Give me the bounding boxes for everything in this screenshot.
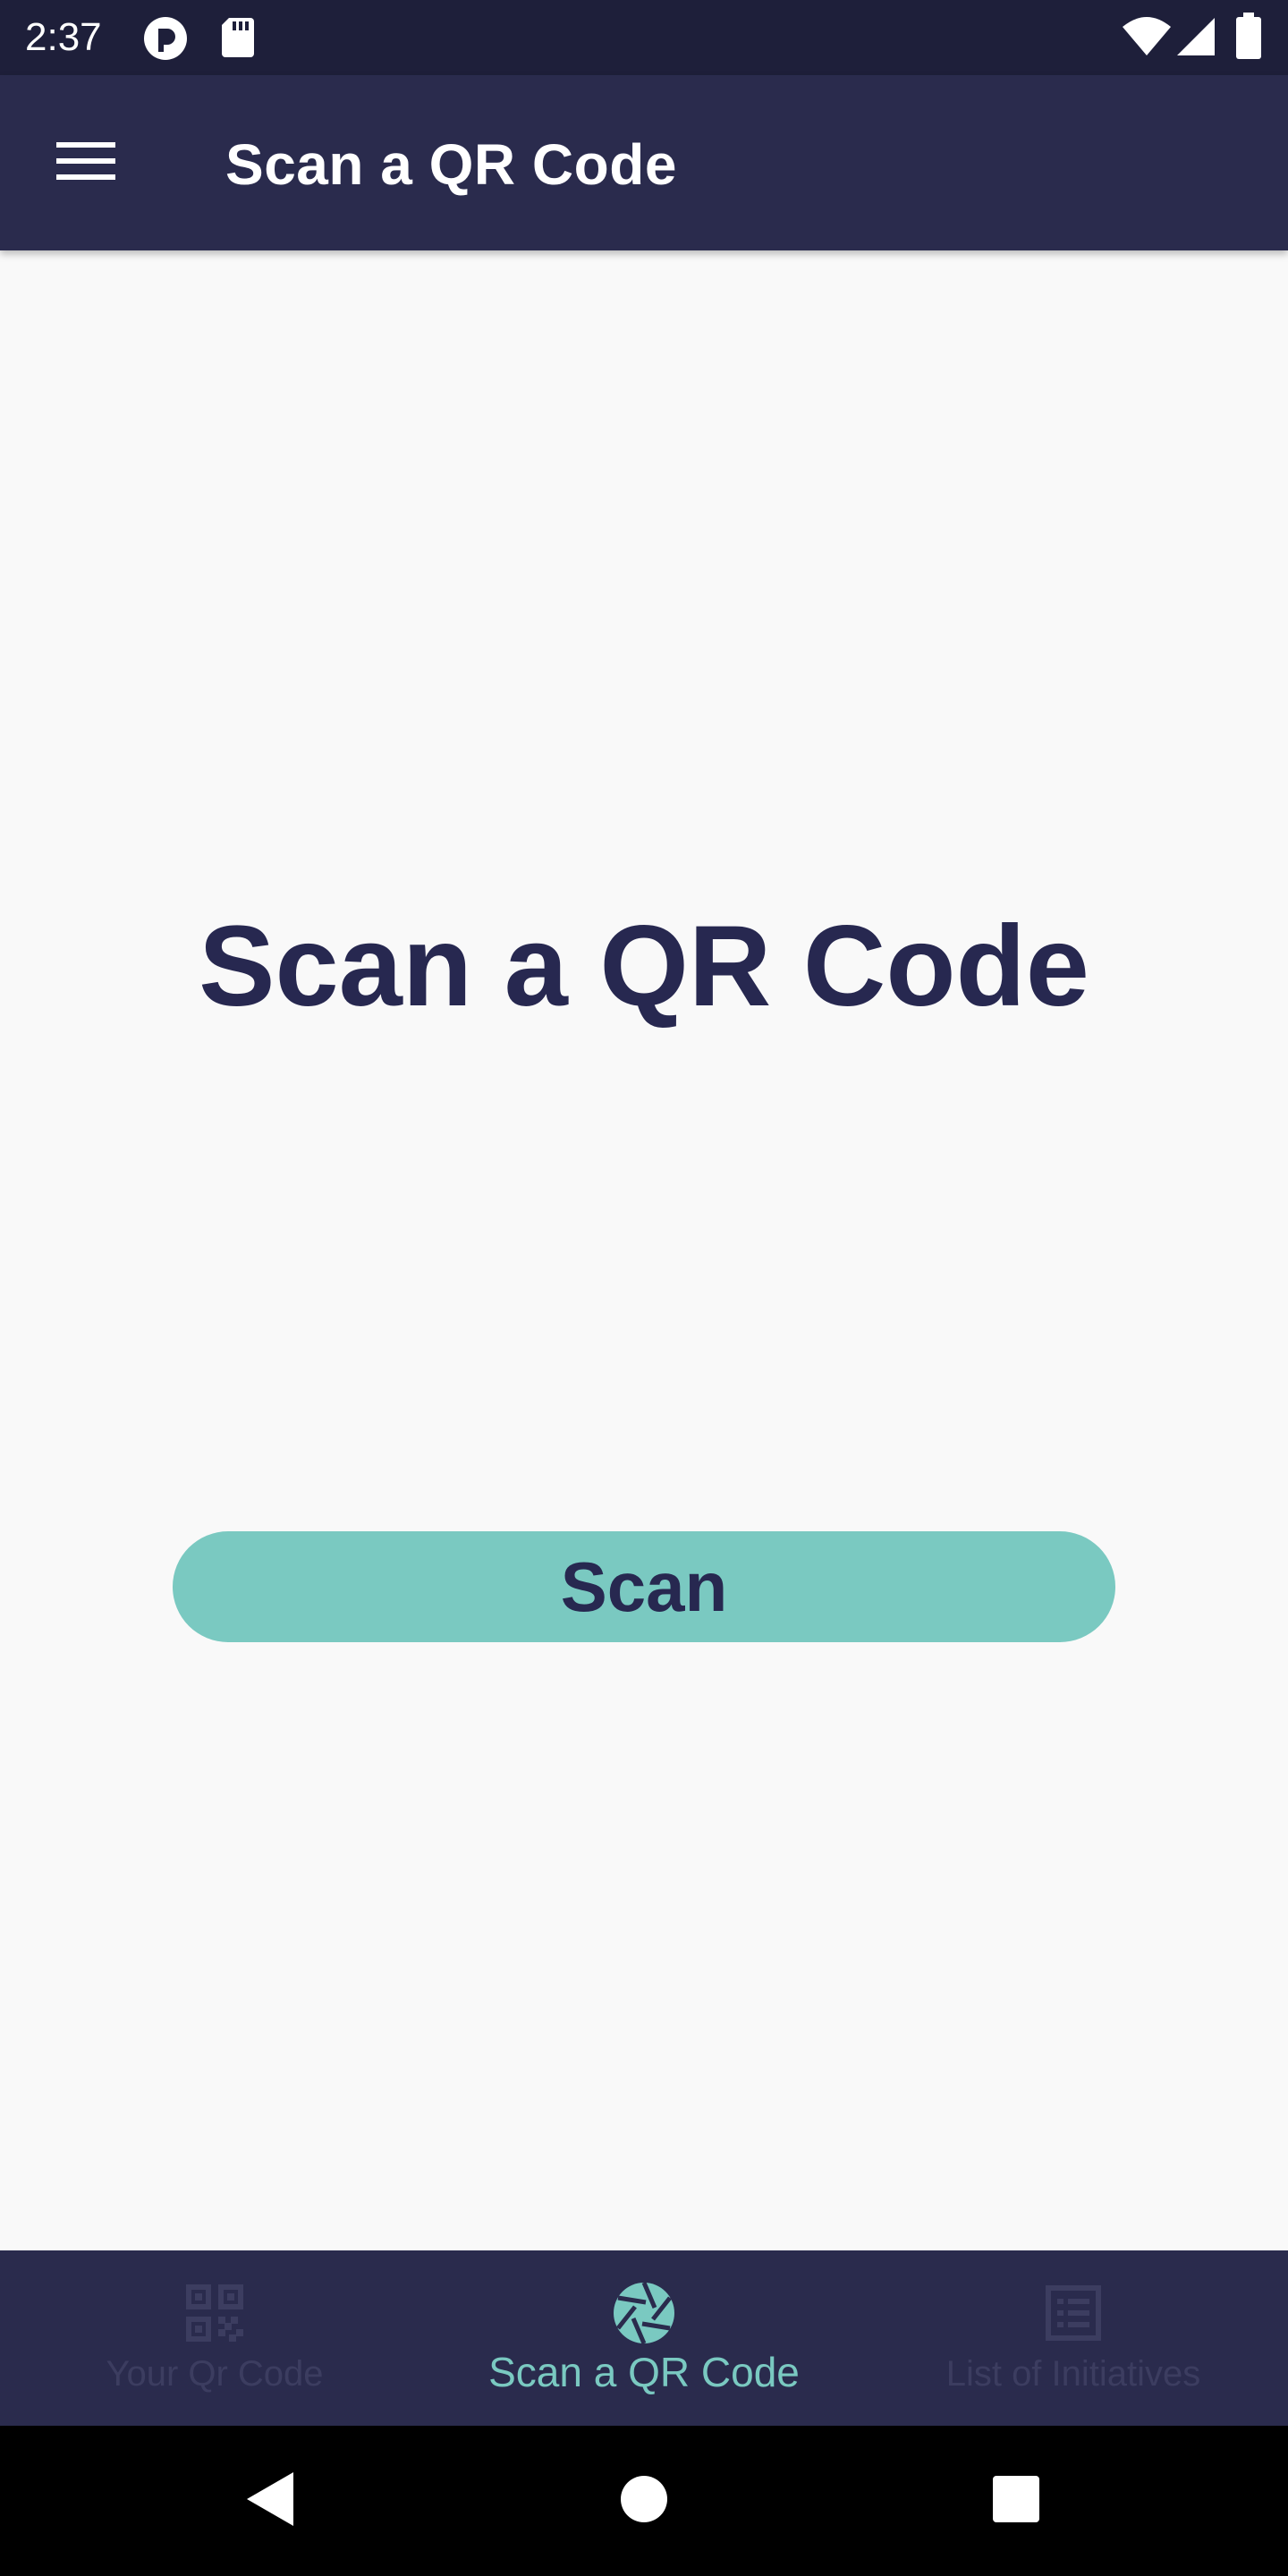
recents-square-icon	[992, 2475, 1040, 2527]
app-notification-icon	[143, 16, 188, 64]
camera-shutter-icon	[612, 2281, 676, 2345]
battery-icon	[1236, 13, 1261, 63]
system-navigation-bar	[0, 2426, 1288, 2576]
recents-button[interactable]	[977, 2462, 1055, 2540]
back-triangle-icon	[243, 2470, 297, 2531]
qr-code-icon	[182, 2281, 247, 2345]
menu-button[interactable]	[36, 118, 136, 208]
status-bar: 2:37	[0, 0, 1288, 75]
scan-button[interactable]: Scan	[173, 1531, 1115, 1642]
nav-label-scan-qr-code: Scan a QR Code	[488, 2349, 800, 2395]
app-bar-title: Scan a QR Code	[225, 132, 677, 197]
back-button[interactable]	[231, 2462, 309, 2540]
page-heading: Scan a QR Code	[199, 902, 1089, 1030]
list-icon	[1041, 2281, 1106, 2345]
nav-item-scan-qr-code[interactable]: Scan a QR Code	[429, 2250, 859, 2426]
wifi-icon	[1122, 16, 1172, 61]
app-bar: Scan a QR Code	[0, 75, 1288, 250]
scan-button-label: Scan	[560, 1547, 728, 1626]
status-time: 2:37	[25, 15, 102, 59]
nav-label-your-qr-code: Your Qr Code	[106, 2354, 324, 2394]
bottom-navigation: Your Qr Code Scan a QR Code List of Init…	[0, 2250, 1288, 2426]
sd-card-icon	[220, 16, 256, 63]
hamburger-menu-icon	[56, 140, 115, 185]
home-circle-icon	[619, 2474, 669, 2528]
screen: 2:37 Scan a QR Code Scan a QR Code Scan …	[0, 0, 1288, 2576]
nav-item-list-of-initiatives[interactable]: List of Initiatives	[859, 2250, 1288, 2426]
nav-item-your-qr-code[interactable]: Your Qr Code	[0, 2250, 429, 2426]
cellular-signal-icon	[1175, 16, 1216, 61]
home-button[interactable]	[605, 2462, 683, 2540]
nav-label-list-of-initiatives: List of Initiatives	[945, 2354, 1201, 2394]
